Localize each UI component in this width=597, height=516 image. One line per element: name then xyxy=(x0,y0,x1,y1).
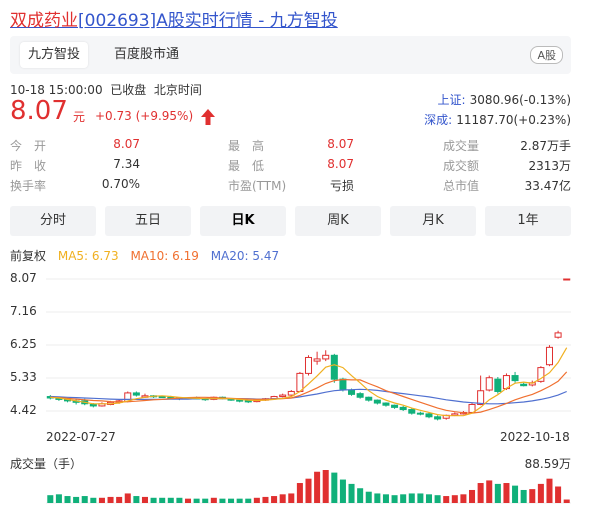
candle-body xyxy=(434,416,442,420)
candle-body xyxy=(563,278,571,281)
candle-body xyxy=(348,389,356,395)
candle-body xyxy=(373,399,381,404)
candle-body xyxy=(339,378,347,390)
candle-body xyxy=(365,396,373,401)
volume-bar xyxy=(150,497,157,503)
volume-bar xyxy=(460,494,467,503)
volume-bar xyxy=(55,494,62,503)
volume-bar xyxy=(417,493,424,503)
volume-bar xyxy=(176,497,183,503)
volume-bar xyxy=(555,486,562,503)
volume-bar xyxy=(124,493,131,503)
candle-body xyxy=(244,400,252,403)
candle-body xyxy=(313,358,321,362)
volume-bar xyxy=(305,478,312,503)
candle-body xyxy=(132,392,140,396)
candle-body xyxy=(391,404,399,408)
candle-body xyxy=(520,383,528,387)
candle-body xyxy=(158,396,166,399)
volume-bar xyxy=(494,483,501,503)
volume-bar xyxy=(159,497,166,503)
volume-bar xyxy=(202,498,209,503)
volume-bar xyxy=(486,480,493,503)
volume-bar xyxy=(391,495,398,503)
candle-body xyxy=(304,356,313,374)
volume-bar xyxy=(451,495,458,503)
volume-bar xyxy=(339,479,346,503)
volume-bar xyxy=(374,493,381,503)
candle-body xyxy=(322,354,330,360)
kline-chart[interactable] xyxy=(0,0,597,516)
candle-body xyxy=(287,390,295,396)
volume-bar xyxy=(98,497,105,503)
volume-bar xyxy=(563,499,570,503)
candle-body xyxy=(511,375,519,382)
candle-body xyxy=(296,372,304,392)
volume-bar xyxy=(382,494,389,503)
candle-body xyxy=(399,406,407,411)
volume-bar xyxy=(331,472,338,503)
volume-bar xyxy=(365,491,372,503)
volume-bar xyxy=(245,498,252,503)
volume-bar xyxy=(322,470,329,503)
volume-bar xyxy=(288,493,295,503)
volume-bar xyxy=(469,489,476,503)
candle-body xyxy=(494,378,502,392)
volume-bar xyxy=(529,489,536,503)
volume-bar xyxy=(546,478,553,503)
volume-bar xyxy=(64,496,71,503)
volume-bar xyxy=(314,471,321,503)
volume-bar xyxy=(262,496,269,503)
candle-body xyxy=(330,354,338,380)
candle-body xyxy=(382,402,390,406)
volume-bar xyxy=(73,496,80,503)
volume-bar xyxy=(184,498,192,503)
volume-bar xyxy=(167,497,174,503)
volume-bar xyxy=(193,498,200,503)
candle-body xyxy=(425,413,433,418)
volume-bar xyxy=(279,494,286,503)
volume-bar xyxy=(47,495,54,503)
candle-body xyxy=(279,394,287,398)
volume-bar xyxy=(520,489,527,503)
volume-bar xyxy=(357,488,364,503)
candle-body xyxy=(477,390,485,405)
candle-body xyxy=(416,412,424,415)
volume-bar xyxy=(219,498,226,503)
volume-bar xyxy=(271,496,278,503)
volume-bar xyxy=(537,483,544,503)
volume-bar xyxy=(210,497,217,503)
volume-bar xyxy=(107,496,114,503)
volume-bar xyxy=(408,493,415,503)
volume-bar xyxy=(141,496,148,503)
candle-body xyxy=(545,346,553,366)
candle-body xyxy=(356,393,364,398)
volume-bar xyxy=(348,483,355,503)
volume-bar xyxy=(81,496,88,503)
volume-bar xyxy=(296,483,303,503)
volume-bar xyxy=(512,485,519,503)
candle-body xyxy=(408,409,416,414)
volume-bar xyxy=(443,496,450,503)
volume-bar xyxy=(90,497,97,503)
volume-bar xyxy=(228,498,235,503)
volume-bar xyxy=(253,497,260,503)
volume-bar xyxy=(133,496,140,503)
volume-bar xyxy=(434,495,441,503)
candle-body xyxy=(89,403,97,407)
volume-bar xyxy=(400,494,407,503)
volume-bar xyxy=(236,498,243,503)
candle-body xyxy=(485,377,493,391)
volume-bar xyxy=(477,483,484,503)
volume-bar xyxy=(503,483,510,503)
candle-body xyxy=(236,399,244,402)
volume-bar xyxy=(116,496,123,503)
candle-body xyxy=(554,332,562,338)
volume-bar xyxy=(425,494,433,503)
